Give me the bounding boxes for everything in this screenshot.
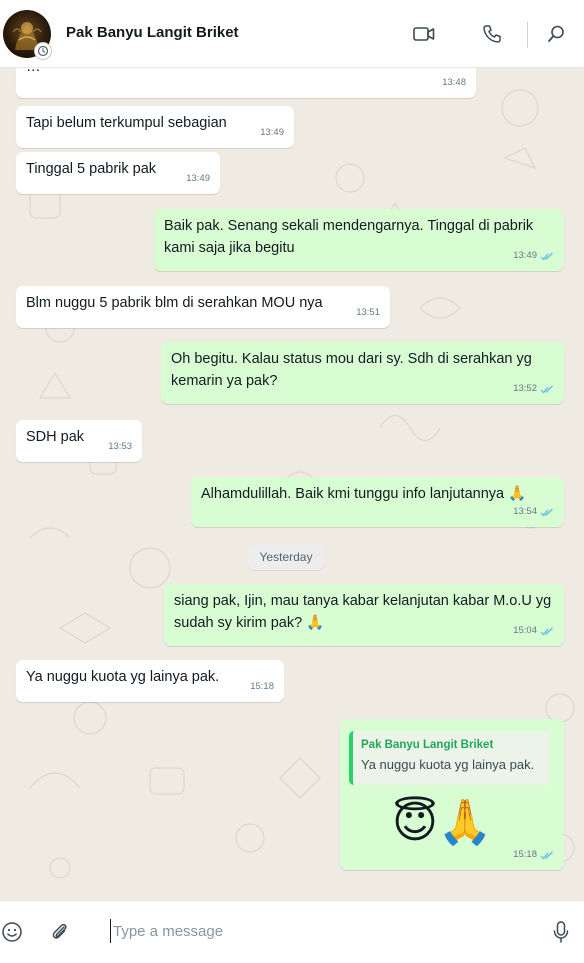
- read-ticks-icon: [540, 627, 553, 635]
- message-time: 15:18: [250, 681, 274, 692]
- read-ticks-icon: [540, 385, 553, 393]
- message-incoming[interactable]: … 13:48: [16, 68, 476, 98]
- chat-header: Pak Banyu Langit Briket: [0, 0, 584, 68]
- message-time: 13:51: [356, 307, 380, 318]
- message-text: Tinggal 5 pabrik pak: [26, 161, 157, 177]
- emoji-icon[interactable]: [0, 920, 24, 944]
- video-call-icon[interactable]: [412, 22, 436, 46]
- message-time: 15:18: [513, 844, 554, 866]
- message-time: 13:49: [186, 173, 210, 184]
- message-text: siang pak, Ijin, mau tanya kabar kelanju…: [174, 593, 556, 631]
- message-outgoing[interactable]: Baik pak. Senang sekali mendengarnya. Ti…: [154, 209, 564, 271]
- message-time: 15:04: [513, 620, 554, 642]
- message-text: Ya nuggu kuota yg lainya pak.: [26, 669, 220, 685]
- message-time: 13:53: [108, 441, 132, 452]
- message-time: 13:54: [513, 501, 554, 523]
- quoted-sender: Pak Banyu Langit Briket: [361, 739, 494, 751]
- read-ticks-icon: [540, 851, 553, 859]
- message-incoming[interactable]: SDH pak 13:53: [16, 420, 142, 462]
- message-text: Baik pak. Senang sekali mendengarnya. Ti…: [164, 218, 538, 256]
- message-composer: [0, 900, 584, 963]
- message-incoming[interactable]: Tinggal 5 pabrik pak 13:49: [16, 152, 220, 194]
- message-outgoing[interactable]: Oh begitu. Kalau status mou dari sy. Sdh…: [161, 342, 564, 404]
- contact-name[interactable]: Pak Banyu Langit Briket: [66, 24, 239, 41]
- message-outgoing[interactable]: siang pak, Ijin, mau tanya kabar kelanju…: [164, 584, 564, 646]
- message-text: Blm nuggu 5 pabrik blm di serahkan MOU n…: [26, 295, 323, 311]
- read-ticks-icon: [540, 508, 553, 516]
- microphone-icon[interactable]: [549, 920, 573, 944]
- chat-area[interactable]: … 13:48 Tapi belum terkumpul sebagian 13…: [0, 68, 584, 900]
- message-time: 13:49: [513, 245, 554, 267]
- voice-call-icon[interactable]: [480, 22, 504, 46]
- read-ticks-icon: [540, 252, 553, 260]
- header-divider: [527, 22, 528, 48]
- message-text: …: [26, 68, 466, 78]
- status-icon: [34, 42, 52, 60]
- message-text: Oh begitu. Kalau status mou dari sy. Sdh…: [171, 351, 536, 389]
- search-icon[interactable]: [544, 22, 568, 46]
- message-text: Alhamdulillah. Baik kmi tunggu info lanj…: [201, 486, 527, 502]
- message-outgoing[interactable]: Alhamdulillah. Baik kmi tunggu info lanj…: [191, 477, 564, 527]
- attach-icon[interactable]: [48, 920, 72, 944]
- message-outgoing-reply[interactable]: Pak Banyu Langit Briket Ya nuggu kuota y…: [340, 719, 564, 870]
- message-incoming[interactable]: Ya nuggu kuota yg lainya pak. 15:18: [16, 660, 284, 702]
- message-time: 13:48: [442, 77, 466, 88]
- message-text: Tapi belum terkumpul sebagian: [26, 115, 227, 131]
- message-input[interactable]: [110, 919, 530, 943]
- message-incoming[interactable]: Tapi belum terkumpul sebagian 13:49: [16, 106, 294, 148]
- date-separator: Yesterday: [248, 544, 324, 570]
- quoted-message[interactable]: Pak Banyu Langit Briket Ya nuggu kuota y…: [349, 731, 550, 785]
- emoji-message: 😇🙏: [392, 798, 493, 847]
- message-incoming[interactable]: Blm nuggu 5 pabrik blm di serahkan MOU n…: [16, 286, 390, 328]
- quoted-text: Ya nuggu kuota yg lainya pak.: [361, 757, 535, 772]
- message-time: 13:49: [260, 127, 284, 138]
- message-time: 13:52: [513, 378, 554, 400]
